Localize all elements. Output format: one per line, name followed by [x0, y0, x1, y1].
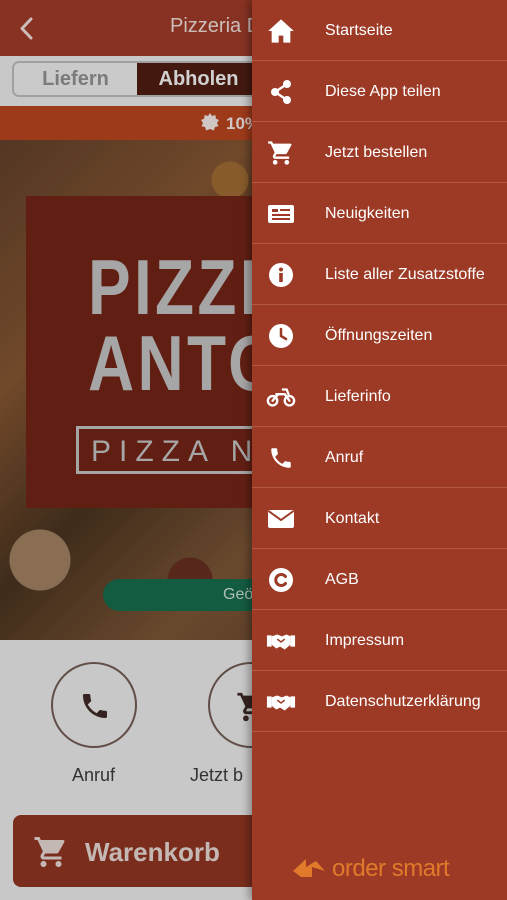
info-icon: [266, 261, 296, 289]
menu-item-call[interactable]: Anruf: [252, 427, 507, 488]
menu-item-label: Kontakt: [325, 510, 380, 527]
menu-item-label: Datenschutzerklärung: [325, 693, 481, 710]
menu-item-opening-hours[interactable]: Öffnungszeiten: [252, 305, 507, 366]
menu-item-label: Impressum: [325, 632, 405, 649]
menu-item-label: Öffnungszeiten: [325, 327, 433, 344]
brand-name: order smart: [332, 855, 450, 882]
cart-icon: [266, 139, 296, 167]
menu-item-additives[interactable]: Liste aller Zusatzstoffe: [252, 244, 507, 305]
menu-item-home[interactable]: Startseite: [252, 0, 507, 61]
menu-item-label: Jetzt bestellen: [325, 144, 428, 161]
envelope-icon: [266, 505, 296, 533]
newspaper-icon: [266, 200, 296, 228]
menu-item-news[interactable]: Neuigkeiten: [252, 183, 507, 244]
share-icon: [266, 78, 296, 106]
menu-item-label: Neuigkeiten: [325, 205, 410, 222]
motorcycle-icon: [266, 383, 296, 411]
menu-item-share-app[interactable]: Diese App teilen: [252, 61, 507, 122]
menu-item-label: Anruf: [325, 449, 364, 466]
menu-item-privacy[interactable]: Datenschutzerklärung: [252, 671, 507, 732]
menu-item-label: Diese App teilen: [325, 83, 441, 100]
menu-item-label: Lieferinfo: [325, 388, 391, 405]
phone-icon: [266, 444, 296, 472]
menu-item-label: AGB: [325, 571, 359, 588]
handshake-icon: [266, 688, 296, 716]
menu-item-imprint[interactable]: Impressum: [252, 610, 507, 671]
copyright-icon: [266, 566, 296, 594]
menu-item-label: Startseite: [325, 22, 393, 39]
menu-item-contact[interactable]: Kontakt: [252, 488, 507, 549]
menu-item-delivery-info[interactable]: Lieferinfo: [252, 366, 507, 427]
order-smart-logo-icon: [293, 859, 325, 877]
menu-item-terms[interactable]: AGB: [252, 549, 507, 610]
clock-icon: [266, 322, 296, 350]
handshake-icon: [266, 627, 296, 655]
menu-item-order-now[interactable]: Jetzt bestellen: [252, 122, 507, 183]
menu-item-label: Liste aller Zusatzstoffe: [325, 266, 485, 283]
home-icon: [266, 17, 296, 45]
navigation-drawer: Startseite Diese App teilen Jetzt bestel…: [252, 0, 507, 900]
